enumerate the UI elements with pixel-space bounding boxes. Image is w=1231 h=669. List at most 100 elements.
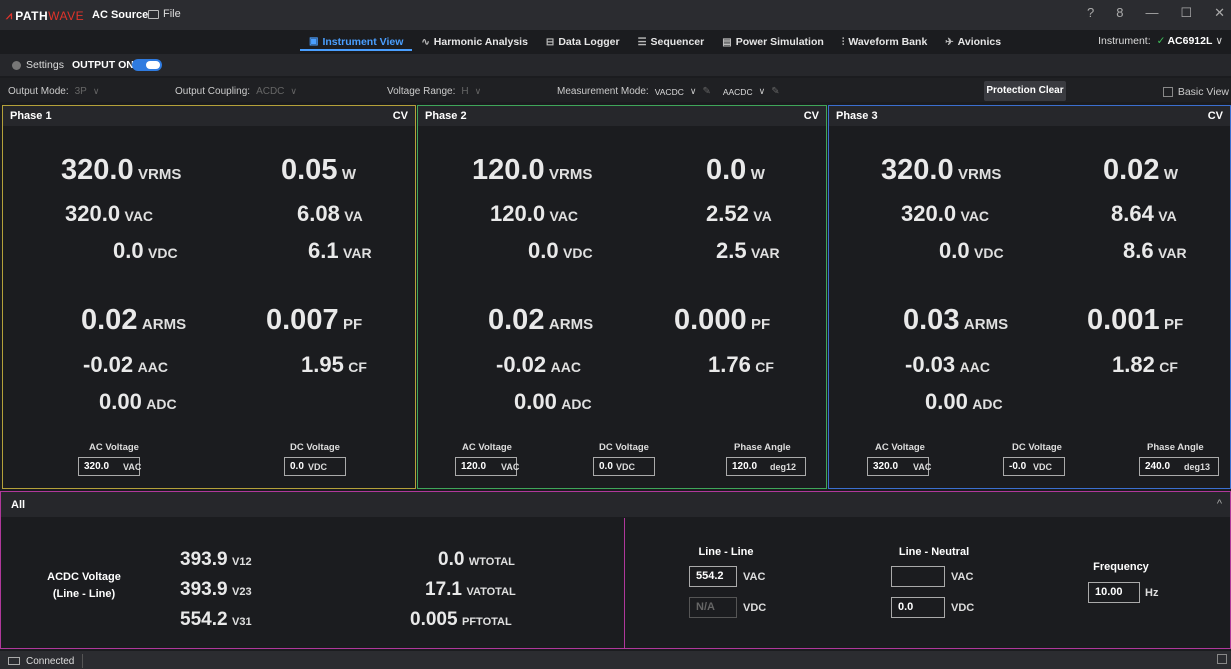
tab-waveform-bank[interactable]: ⫶ Waveform Bank	[833, 34, 936, 50]
var-reading: 2.5 VAR	[716, 238, 780, 263]
v31-reading: 554.2 V31	[180, 609, 252, 630]
dc-voltage-unit: VDC	[1033, 462, 1053, 472]
output-coupling-select[interactable]: Output Coupling: ACDC ∨	[175, 86, 297, 97]
file-menu[interactable]: File	[148, 8, 181, 20]
dc-voltage-label: DC Voltage	[599, 442, 649, 453]
arms-reading: 0.03 ARMS	[903, 304, 1009, 336]
title-bar: ⩘ PATH WAVE AC Source File ? 8 — ☐ ✕	[0, 0, 1231, 30]
measurement-mode-current-select[interactable]: AACDC	[723, 87, 753, 97]
tab-avionics[interactable]: ✈ Avionics	[936, 34, 1010, 50]
v23-reading: 393.9 V23	[180, 579, 252, 600]
w-reading: 0.0 W	[706, 154, 765, 186]
vrms-reading: 320.0 VRMS	[881, 154, 1002, 186]
vdc-reading: 0.0 VDC	[528, 238, 593, 263]
cf-reading: 1.82 CF	[1112, 352, 1178, 377]
protection-clear-button[interactable]: Protection Clear	[984, 81, 1066, 101]
tab-sequencer[interactable]: ☰ Sequencer	[629, 34, 714, 50]
chevron-down-icon: ∨	[92, 86, 100, 96]
phase-1-panel: Phase 1 CV 320.0 VRMS 320.0 VAC 0.0 VDC 0…	[2, 105, 416, 489]
gear-icon	[12, 60, 21, 70]
chevron-down-icon: ∨	[474, 86, 482, 96]
tab-harmonic-analysis[interactable]: ∿ Harmonic Analysis	[412, 34, 537, 50]
aac-reading: -0.02 AAC	[496, 352, 581, 377]
phase-header: Phase 3 CV	[829, 106, 1230, 126]
vrms-reading: 320.0 VRMS	[61, 154, 182, 186]
connection-icon	[8, 657, 20, 665]
collapse-icon[interactable]: ^	[1217, 498, 1222, 510]
var-reading: 8.6 VAR	[1123, 238, 1187, 263]
checkbox-icon	[1162, 87, 1173, 97]
chevron-down-icon: ∨	[758, 86, 766, 96]
ac-voltage-unit: VAC	[501, 462, 520, 472]
line-line-ac-field[interactable]: 554.2	[689, 566, 737, 587]
settings-bar: Settings OUTPUT ON	[0, 54, 1231, 76]
phase-angle-label: Phase Angle	[1147, 442, 1204, 453]
va-reading: 8.64 VA	[1111, 201, 1177, 226]
phase-angle-unit: deg12	[770, 462, 797, 472]
section-divider	[624, 518, 625, 649]
all-header: All ^	[1, 492, 1230, 517]
phase-angle-label: Phase Angle	[734, 442, 791, 453]
va-total-reading: 17.1 VATOTAL	[425, 579, 516, 600]
tab-instrument-view[interactable]: ▣ Instrument View	[300, 34, 413, 51]
phase-header: Phase 1 CV	[3, 106, 415, 126]
va-reading: 6.08 VA	[297, 201, 363, 226]
basic-view-checkbox[interactable]: Basic View	[1162, 86, 1229, 98]
line-line-dc-unit: VDC	[743, 602, 767, 614]
aac-reading: -0.02 AAC	[83, 352, 168, 377]
chevron-down-icon: ∨	[290, 86, 297, 96]
main-tabs: ▣ Instrument View ∿ Harmonic Analysis ⊟ Dat…	[300, 34, 1010, 51]
instrument-view-icon: ▣	[309, 36, 319, 47]
avionics-icon: ✈	[945, 36, 954, 48]
vac-reading: 120.0 VAC	[490, 201, 579, 226]
waveform-bank-icon: ⫶	[841, 36, 845, 48]
pf-reading: 0.000 PF	[674, 304, 771, 336]
window-controls: ? 8 — ☐ ✕	[1087, 5, 1225, 21]
adc-reading: 0.00 ADC	[514, 389, 592, 414]
phase-angle-unit: deg13	[1184, 462, 1211, 472]
pathwave-logo: ⩘ PATH WAVE	[6, 9, 85, 23]
data-logger-icon: ⊟	[545, 36, 555, 48]
voltage-range-select[interactable]: Voltage Range: H ∨	[387, 86, 481, 97]
vdc-reading: 0.0 VDC	[939, 238, 1004, 263]
power-simulation-icon: ▤	[722, 36, 732, 48]
help-icon[interactable]: ?	[1087, 5, 1094, 21]
instrument-selector[interactable]: Instrument: ✓ AC6912L ∨	[1098, 35, 1223, 47]
phase-header: Phase 2 CV	[418, 106, 826, 126]
tab-power-simulation[interactable]: ▤ Power Simulation	[713, 34, 833, 50]
v12-reading: 393.9 V12	[180, 549, 252, 570]
folder-icon	[148, 9, 159, 19]
line-line-dc-field[interactable]: N/A	[689, 597, 737, 618]
edit-icon[interactable]: ✎	[771, 86, 779, 97]
vac-reading: 320.0 VAC	[901, 201, 990, 226]
minimize-button[interactable]: —	[1145, 5, 1158, 21]
close-button[interactable]: ✕	[1214, 5, 1225, 21]
settings-button[interactable]: Settings	[12, 59, 64, 71]
layout-icon[interactable]	[1217, 654, 1227, 664]
maximize-button[interactable]: ☐	[1180, 5, 1192, 21]
line-neutral-ac-field[interactable]	[891, 566, 945, 587]
keysight-wave-icon: ⩘	[6, 9, 13, 22]
ac-voltage-unit: VAC	[913, 462, 932, 472]
w-reading: 0.02 W	[1103, 154, 1179, 186]
cf-reading: 1.95 CF	[301, 352, 367, 377]
output-toggle[interactable]	[132, 59, 162, 71]
phase-2-panel: Phase 2 CV 120.0 VRMS 120.0 VAC 0.0 VDC 0…	[417, 105, 827, 489]
pf-total-reading: 0.005 PFTOTAL	[410, 609, 512, 630]
arms-reading: 0.02 ARMS	[81, 304, 187, 336]
line-line-ac-unit: VAC	[743, 571, 766, 583]
line-neutral-dc-field[interactable]: 0.0	[891, 597, 945, 618]
dc-voltage-label: DC Voltage	[1012, 442, 1062, 453]
tab-data-logger[interactable]: ⊟ Data Logger	[537, 34, 629, 50]
measurement-mode-voltage-select[interactable]: VACDC	[655, 87, 684, 97]
frequency-field[interactable]: 10.00	[1088, 582, 1140, 603]
user-icon[interactable]: 8	[1116, 5, 1123, 21]
connected-check-icon: ✓	[1156, 35, 1166, 47]
all-phases-panel: All ^ ACDC Voltage (Line - Line) 393.9 V…	[0, 491, 1231, 649]
adc-reading: 0.00 ADC	[99, 389, 177, 414]
edit-icon[interactable]: ✎	[702, 86, 710, 97]
vac-reading: 320.0 VAC	[65, 201, 154, 226]
w-reading: 0.05 W	[281, 154, 357, 186]
output-mode-select[interactable]: Output Mode: 3P ∨	[8, 86, 99, 97]
va-reading: 2.52 VA	[706, 201, 772, 226]
